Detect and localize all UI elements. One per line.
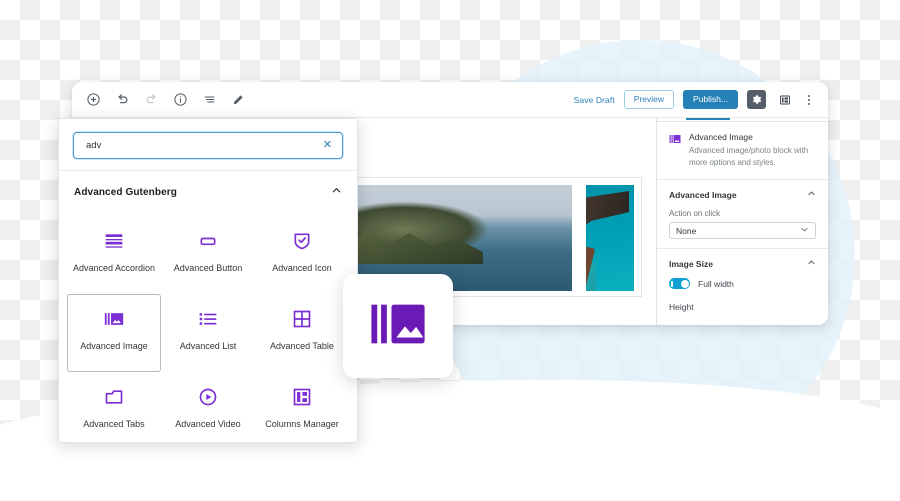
inserter-category-header[interactable]: Advanced Gutenberg [59,171,357,212]
image-icon [104,307,124,331]
panel-advanced-image-title: Advanced Image [669,189,737,200]
inserter-search-wrap: ✕ [59,119,357,170]
sidebar-block-card: Advanced Image Advanced image/photo bloc… [657,122,828,181]
block-item-label: Advanced Tabs [83,419,145,429]
publish-button[interactable]: Publish... [683,90,738,109]
add-block-icon[interactable] [85,92,101,108]
table-icon [292,307,312,331]
editor-toolbar: Save Draft Preview Publish... [72,82,828,118]
close-icon[interactable]: ✕ [323,140,332,151]
sidebar-block-text: Advanced Image Advanced image/photo bloc… [689,132,816,168]
block-settings-sidebar: Advanced Image Advanced image/photo bloc… [656,118,828,325]
search-input[interactable] [84,139,323,152]
block-item-label: Advanced Button [173,263,243,273]
block-item-label: Advanced Accordion [72,263,156,273]
play-circle-icon [198,385,218,409]
full-width-toggle[interactable] [669,278,690,290]
columns-manager-icon [292,385,312,409]
toolbar-left-group [85,92,246,108]
full-width-label: Full width [698,278,734,289]
block-item-label: Advanced Icon [272,263,332,273]
block-item-columns-manager[interactable]: Columns Manager [255,372,349,442]
block-item-advanced-tabs[interactable]: Advanced Tabs [67,372,161,442]
block-item-advanced-table[interactable]: Advanced Table [255,294,349,372]
panel-image-size-header[interactable]: Image Size [669,258,816,269]
block-item-label: Advanced Table [270,341,334,351]
block-item-label: Advanced Image [80,341,148,351]
toolbar-right-group: Save Draft Preview Publish... [574,90,815,109]
block-navigation-icon[interactable] [201,92,217,108]
panel-image-size-title: Image Size [669,258,713,269]
button-icon [198,229,218,253]
block-item-label: Advanced Video [175,419,241,429]
advanced-image-icon-large [369,295,427,358]
block-item-advanced-button[interactable]: Advanced Button [161,216,255,294]
inserter-block-grid: Advanced Accordion Advanced Button Advan… [59,212,357,442]
chevron-up-icon[interactable] [807,189,816,200]
inserter-category-title: Advanced Gutenberg [74,186,177,198]
shield-check-icon [292,229,312,253]
kebab-menu-icon[interactable] [803,94,815,105]
panel-image-size: Image Size Full width [657,249,828,302]
sidebar-tabbar [657,118,828,122]
woman-teal-sky-photo[interactable] [586,185,634,291]
edit-pencil-icon[interactable] [230,92,246,108]
redo-icon[interactable] [143,92,159,108]
panel-advanced-image: Advanced Image Action on click None [657,180,828,250]
info-icon[interactable] [172,92,188,108]
block-item-advanced-accordion[interactable]: Advanced Accordion [67,216,161,294]
undo-icon[interactable] [114,92,130,108]
floating-block-icon-card [343,274,453,378]
save-draft-button[interactable]: Save Draft [574,95,615,105]
sidebar-block-name: Advanced Image [689,132,753,142]
gear-icon[interactable] [747,90,766,109]
full-width-toggle-row: Full width [669,278,816,290]
chevron-up-icon[interactable] [331,183,342,201]
block-item-advanced-icon[interactable]: Advanced Icon [255,216,349,294]
photo-detail-hair [586,191,629,235]
accordion-icon [104,229,124,253]
block-inserter-panel: ✕ Advanced Gutenberg Advanced Accordion [58,118,358,443]
chevron-down-icon [800,225,809,236]
block-item-label: Advanced List [179,341,237,351]
height-field-label: Height [669,302,694,313]
block-item-label: Columns Manager [265,419,339,429]
sidebar-block-description: Advanced image/photo block with more opt… [689,146,809,167]
advanced-image-icon [669,133,681,145]
tab-block-active-indicator[interactable] [686,118,730,120]
block-item-advanced-list[interactable]: Advanced List [161,294,255,372]
action-on-click-label: Action on click [669,209,721,219]
block-item-advanced-video[interactable]: Advanced Video [161,372,255,442]
list-icon [198,307,218,331]
panel-advanced-image-header[interactable]: Advanced Image [669,189,816,200]
tabs-icon [104,385,124,409]
preview-button[interactable]: Preview [623,90,675,109]
chevron-up-icon[interactable] [807,258,816,269]
inserter-search-box[interactable]: ✕ [73,132,343,159]
block-item-advanced-image[interactable]: Advanced Image [67,294,161,372]
columns-icon[interactable] [775,90,794,109]
action-on-click-select[interactable]: None [669,222,816,240]
action-on-click-value: None [676,225,697,236]
